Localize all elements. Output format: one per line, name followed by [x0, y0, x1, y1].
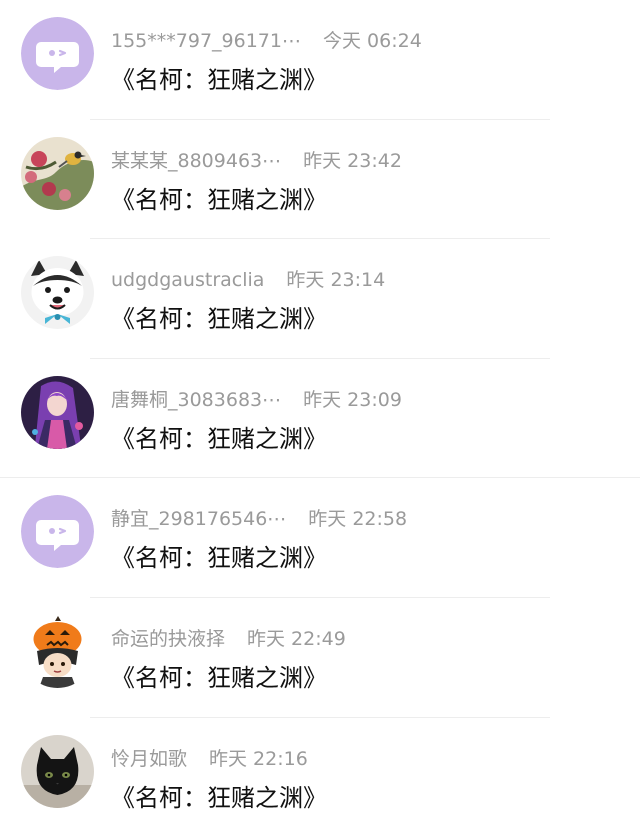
avatar[interactable] — [21, 136, 94, 210]
item-meta: 怜月如歌 昨天 22:16 — [111, 744, 308, 771]
user-name[interactable]: 155***797_96171⋯ — [111, 30, 301, 52]
pumpkin-hat-avatar — [21, 614, 94, 688]
item-meta: 某某某_8809463⋯ 昨天 23:42 — [111, 146, 402, 173]
timestamp: 昨天 22:58 — [308, 508, 408, 531]
item-meta: 155***797_96171⋯ 今天 06:24 — [111, 26, 422, 53]
avatar[interactable] — [21, 734, 94, 808]
message-text: 《名柯：狂赌之渊》 — [111, 544, 327, 573]
message-text: 《名柯：狂赌之渊》 — [111, 424, 327, 453]
chat-bubble-icon — [21, 495, 94, 569]
anime-girl-avatar — [21, 375, 94, 449]
message-text: 《名柯：狂赌之渊》 — [111, 185, 327, 214]
list-item[interactable]: 怜月如歌 昨天 22:16 《名柯：狂赌之渊》 — [0, 718, 640, 837]
list-item[interactable]: 静宜_298176546⋯ 昨天 22:58 《名柯：狂赌之渊》 — [0, 478, 640, 598]
timestamp: 昨天 23:14 — [286, 269, 386, 292]
timestamp: 昨天 22:16 — [209, 747, 308, 770]
bird-flower-painting-avatar — [21, 136, 94, 210]
item-meta: 唐舞桐_3083683⋯ 昨天 23:09 — [111, 385, 402, 412]
timestamp: 昨天 23:42 — [303, 149, 402, 172]
user-name[interactable]: 某某某_8809463⋯ — [111, 146, 281, 173]
list-item[interactable]: 某某某_8809463⋯ 昨天 23:42 《名柯：狂赌之渊》 — [0, 120, 640, 240]
avatar[interactable] — [21, 614, 94, 688]
list-item[interactable]: 命运的抉液择 昨天 22:49 《名柯：狂赌之渊》 — [0, 598, 640, 718]
avatar[interactable] — [21, 375, 94, 449]
user-name[interactable]: udgdgaustraclia — [111, 269, 264, 291]
list-item[interactable]: 唐舞桐_3083683⋯ 昨天 23:09 《名柯：狂赌之渊》 — [0, 359, 640, 479]
list-item[interactable]: 155***797_96171⋯ 今天 06:24 《名柯：狂赌之渊》 — [0, 0, 640, 120]
message-text: 《名柯：狂赌之渊》 — [111, 783, 327, 812]
husky-dog-avatar — [21, 256, 94, 330]
avatar[interactable] — [21, 495, 94, 569]
user-name[interactable]: 怜月如歌 — [111, 744, 187, 771]
chat-bubble-icon — [21, 17, 94, 90]
message-text: 《名柯：狂赌之渊》 — [111, 663, 327, 692]
black-cat-avatar — [21, 734, 94, 808]
message-text: 《名柯：狂赌之渊》 — [111, 66, 327, 94]
message-text: 《名柯：狂赌之渊》 — [111, 305, 327, 334]
item-meta: 静宜_298176546⋯ 昨天 22:58 — [111, 504, 407, 531]
item-meta: udgdgaustraclia 昨天 23:14 — [111, 265, 385, 292]
timestamp: 今天 06:24 — [322, 30, 422, 52]
list-item[interactable]: udgdgaustraclia 昨天 23:14 《名柯：狂赌之渊》 — [0, 239, 640, 359]
avatar[interactable] — [21, 256, 94, 330]
message-list: 155***797_96171⋯ 今天 06:24 《名柯：狂赌之渊》 某某某_8… — [0, 0, 640, 837]
timestamp: 昨天 23:09 — [303, 388, 402, 411]
user-name[interactable]: 唐舞桐_3083683⋯ — [111, 385, 281, 412]
avatar[interactable] — [21, 17, 94, 90]
user-name[interactable]: 命运的抉液择 — [111, 624, 225, 651]
timestamp: 昨天 22:49 — [247, 627, 346, 650]
item-meta: 命运的抉液择 昨天 22:49 — [111, 624, 346, 651]
user-name[interactable]: 静宜_298176546⋯ — [111, 504, 286, 531]
